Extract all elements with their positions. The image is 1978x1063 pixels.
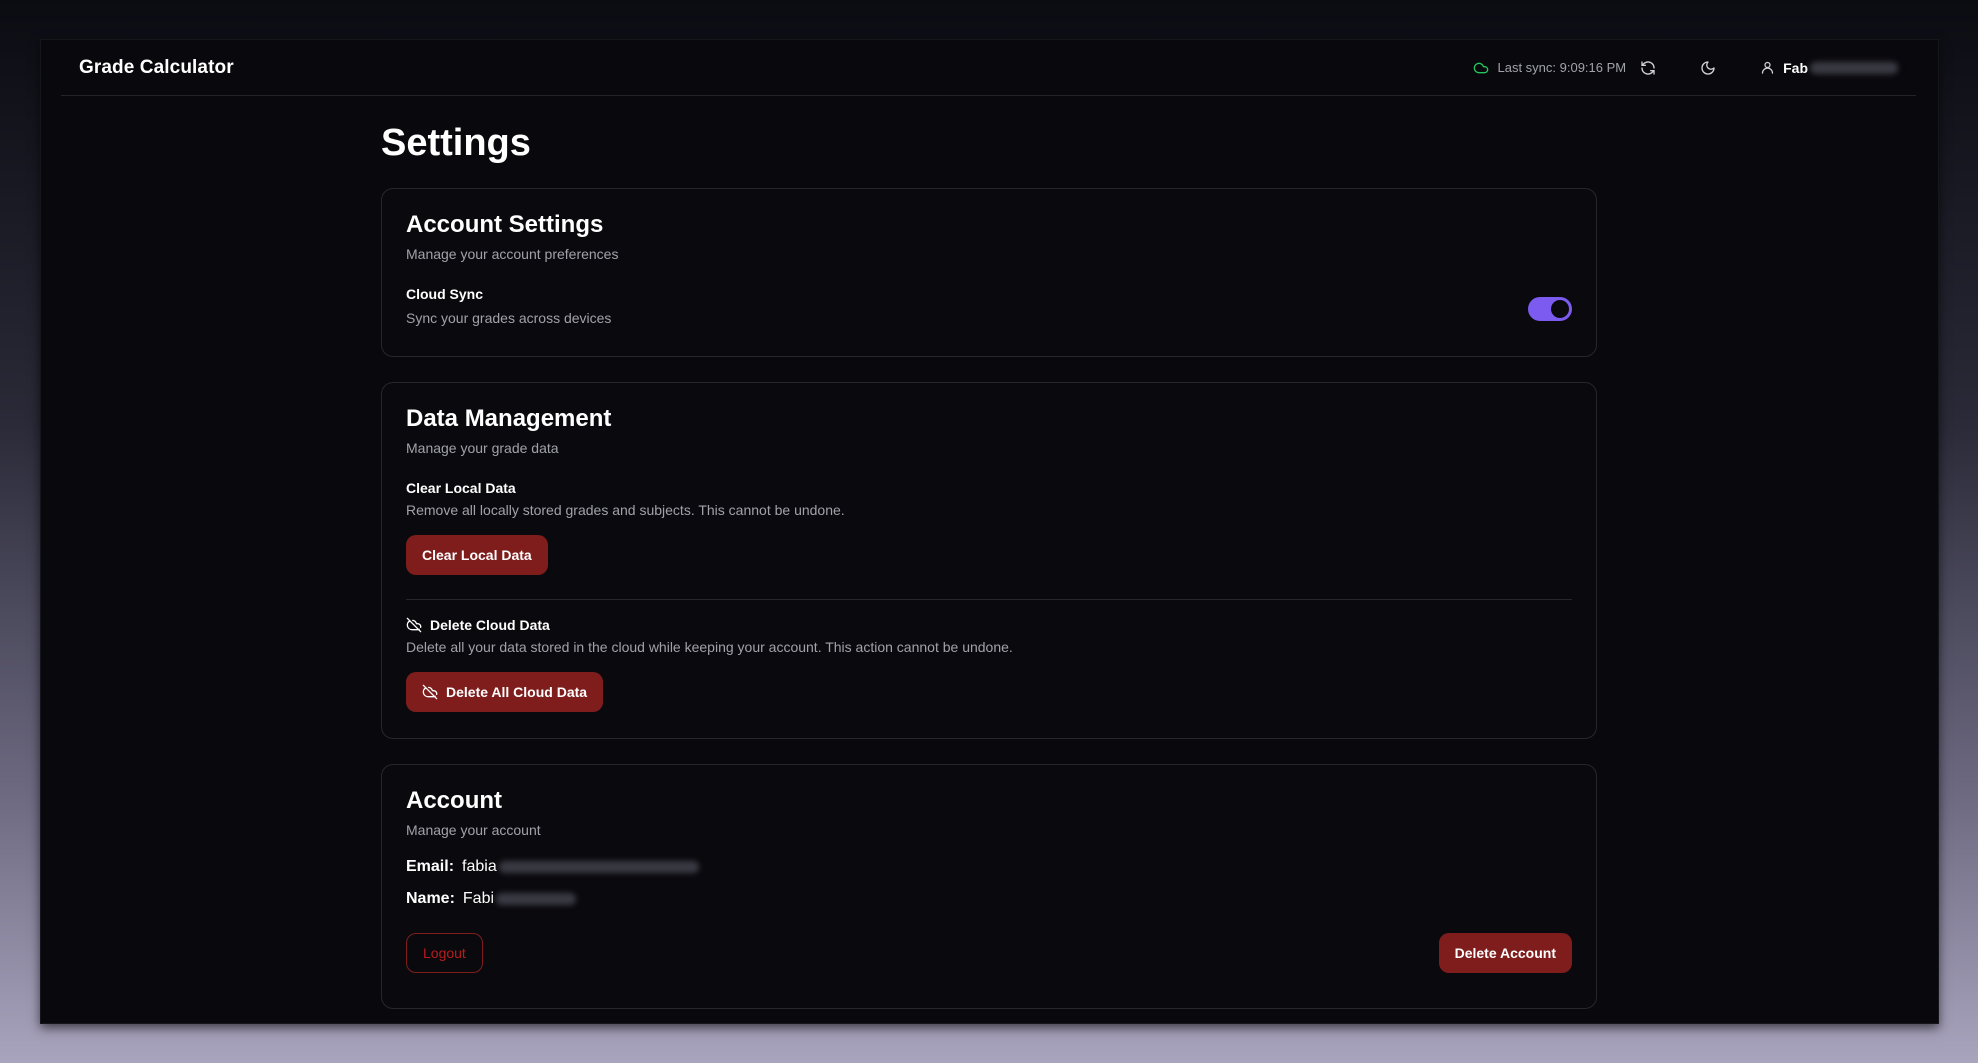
last-sync-text: Last sync: 9:09:16 PM [1497,60,1627,75]
account-settings-description: Manage your account preferences [406,246,619,262]
cloud-sync-description: Sync your grades across devices [406,310,612,326]
account-card: Account Manage your account Email: fabia… [381,764,1597,1009]
app-window: Grade Calculator Last sync: 9:09:16 PM F… [40,39,1939,1024]
delete-cloud-description: Delete all your data stored in the cloud… [406,639,1013,655]
clear-local-description: Remove all locally stored grades and sub… [406,502,845,518]
refresh-icon [1641,60,1655,75]
data-management-title: Data Management [406,405,612,432]
page-title: Settings [381,122,531,164]
logout-label: Logout [423,945,466,961]
top-bar: Grade Calculator Last sync: 9:09:16 PM F… [61,40,1916,96]
delete-cloud-section: Delete Cloud Data Delete all your data s… [406,616,1572,712]
account-settings-card: Account Settings Manage your account pre… [381,188,1597,357]
sync-status: Last sync: 9:09:16 PM [1473,60,1626,76]
cloud-sync-row: Cloud Sync Sync your grades across devic… [406,285,1572,327]
delete-cloud-heading: Delete Cloud Data [406,616,1572,634]
user-menu[interactable]: Fab [1760,60,1898,76]
data-management-card: Data Management Manage your grade data C… [381,382,1597,739]
cloud-sync-label: Cloud Sync [406,286,484,302]
logout-button[interactable]: Logout [406,933,483,973]
account-description: Manage your account [406,822,541,838]
redacted-user-name [1810,61,1898,74]
delete-cloud-button-label: Delete All Cloud Data [446,684,588,700]
cloud-off-icon [406,617,422,633]
refresh-button[interactable] [1636,56,1660,80]
cloud-off-icon [422,684,438,700]
user-icon [1761,61,1774,74]
account-actions: Logout Delete Account [406,933,1572,973]
toggle-knob [1551,300,1569,318]
redacted-name [496,893,577,905]
delete-account-label: Delete Account [1454,945,1556,961]
name-value: Fabi [462,890,495,907]
delete-account-button[interactable]: Delete Account [1438,933,1572,973]
moon-icon [1701,60,1715,75]
user-name: Fab [1783,59,1808,76]
clear-local-section: Clear Local Data Remove all locally stor… [406,479,1572,575]
cloud-icon [1474,62,1489,73]
account-name-row: Name: Fabi [406,889,1572,909]
clear-local-button-label: Clear Local Data [422,547,532,563]
settings-content: Settings Account Settings Manage your ac… [381,96,1597,1009]
delete-cloud-label: Delete Cloud Data [430,617,550,633]
email-label: Email: [406,858,455,875]
data-management-description: Manage your grade data [406,440,559,456]
cloud-sync-toggle[interactable] [1528,297,1572,321]
delete-all-cloud-data-button[interactable]: Delete All Cloud Data [406,672,604,712]
account-settings-title: Account Settings [406,211,604,238]
app-title[interactable]: Grade Calculator [79,57,234,79]
name-label: Name: [406,890,455,907]
account-email-row: Email: fabia [406,857,1572,877]
redacted-email [498,861,699,873]
account-title: Account [406,787,502,814]
theme-toggle-button[interactable] [1696,56,1720,80]
email-value: fabia [462,858,497,875]
section-divider [406,599,1572,600]
clear-local-data-button[interactable]: Clear Local Data [406,535,548,575]
top-right-controls: Last sync: 9:09:16 PM Fab [1473,56,1898,80]
clear-local-label: Clear Local Data [406,480,516,496]
